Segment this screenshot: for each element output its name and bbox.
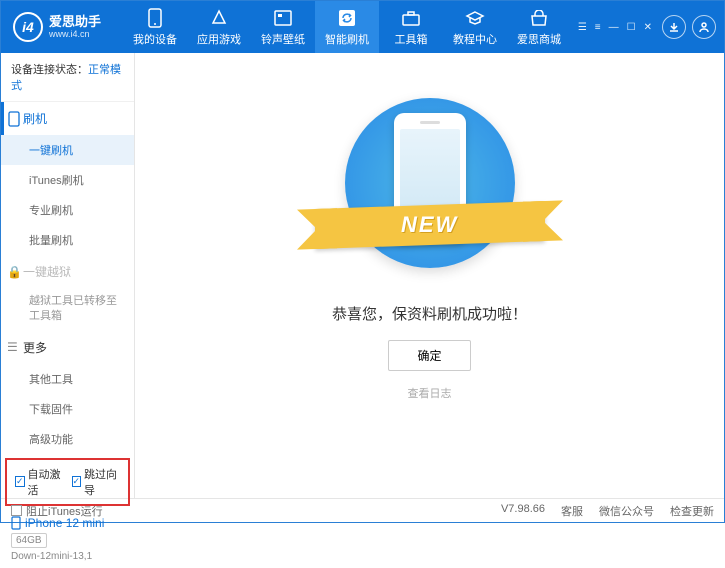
app-header: i4 爱思助手 www.i4.cn 我的设备 应用游戏 铃声壁纸 智能刷机 工具… — [1, 1, 724, 53]
device-sub: Down-12mini-13,1 — [11, 551, 124, 562]
sidebar-head-more[interactable]: ☰ 更多 — [1, 331, 134, 364]
tab-ringtone[interactable]: 铃声壁纸 — [251, 1, 315, 53]
sidebar-head-flash[interactable]: 刷机 — [1, 102, 134, 135]
close-icon[interactable]: ✕ — [644, 22, 652, 33]
graduation-icon — [465, 8, 485, 28]
sidebar-item-download-fw[interactable]: 下载固件 — [1, 394, 134, 424]
tab-store[interactable]: 爱思商城 — [507, 1, 571, 53]
checkbox-auto-activate[interactable]: ✓自动激活 — [15, 466, 64, 498]
success-message: 恭喜您，保资料刷机成功啦！ — [332, 303, 527, 324]
lock-icon: 🔒 — [7, 265, 22, 279]
ribbon-text: NEW — [401, 212, 458, 238]
toolbox-icon — [401, 8, 421, 28]
tab-my-device[interactable]: 我的设备 — [123, 1, 187, 53]
sidebar: 设备连接状态：正常模式 刷机 一键刷机 iTunes刷机 专业刷机 批量刷机 🔒… — [1, 53, 135, 498]
ok-button[interactable]: 确定 — [388, 340, 470, 371]
wechat-link[interactable]: 微信公众号 — [599, 503, 654, 519]
sidebar-item-itunes-flash[interactable]: iTunes刷机 — [1, 165, 134, 195]
phone-small-icon — [8, 111, 20, 127]
checkbox-skip-guide[interactable]: ✓跳过向导 — [72, 466, 121, 498]
nav-tabs: 我的设备 应用游戏 铃声壁纸 智能刷机 工具箱 教程中心 爱思商城 — [123, 1, 571, 53]
maximize-icon[interactable]: ☐ — [627, 22, 636, 33]
tab-smart-flash[interactable]: 智能刷机 — [315, 1, 379, 53]
update-link[interactable]: 检查更新 — [670, 503, 714, 519]
main-content: NEW 恭喜您，保资料刷机成功啦！ 确定 查看日志 — [135, 53, 724, 498]
success-illustration: NEW — [325, 93, 535, 273]
window-controls: ☰ ≡ — ☐ ✕ — [578, 22, 652, 33]
brand-url: www.i4.cn — [49, 29, 101, 40]
logo-area: i4 爱思助手 www.i4.cn — [13, 12, 123, 42]
hamburger-icon: ☰ — [7, 340, 18, 354]
brand-name: 爱思助手 — [49, 14, 101, 30]
sidebar-item-oneclick-flash[interactable]: 一键刷机 — [1, 135, 134, 165]
connection-status: 设备连接状态：正常模式 — [1, 53, 134, 102]
apps-icon — [209, 8, 229, 28]
settings-icon[interactable]: ≡ — [595, 22, 601, 33]
user-icon[interactable] — [692, 15, 716, 39]
phone-icon — [145, 8, 165, 28]
version-label: V7.98.66 — [501, 503, 545, 519]
wallpaper-icon — [273, 8, 293, 28]
tab-apps[interactable]: 应用游戏 — [187, 1, 251, 53]
service-link[interactable]: 客服 — [561, 503, 583, 519]
storage-badge: 64GB — [11, 533, 47, 548]
sidebar-item-advanced[interactable]: 高级功能 — [1, 424, 134, 454]
checkbox-block-itunes[interactable]: 阻止iTunes运行 — [11, 503, 103, 519]
sidebar-item-other-tools[interactable]: 其他工具 — [1, 364, 134, 394]
store-icon — [529, 8, 549, 28]
tab-toolbox[interactable]: 工具箱 — [379, 1, 443, 53]
jailbreak-note: 越狱工具已转移至工具箱 — [1, 288, 134, 331]
refresh-icon — [337, 8, 357, 28]
sidebar-item-batch-flash[interactable]: 批量刷机 — [1, 225, 134, 255]
tab-tutorial[interactable]: 教程中心 — [443, 1, 507, 53]
minimize-icon[interactable]: — — [609, 22, 619, 33]
download-icon[interactable] — [662, 15, 686, 39]
sidebar-head-jailbreak[interactable]: 🔒 一键越狱 — [1, 255, 134, 288]
logo-icon: i4 — [13, 12, 43, 42]
sidebar-item-pro-flash[interactable]: 专业刷机 — [1, 195, 134, 225]
header-right: ☰ ≡ — ☐ ✕ — [578, 15, 716, 39]
menu-icon[interactable]: ☰ — [578, 22, 587, 33]
view-log-link[interactable]: 查看日志 — [408, 385, 452, 401]
options-highlight-box: ✓自动激活 ✓跳过向导 — [5, 458, 130, 506]
